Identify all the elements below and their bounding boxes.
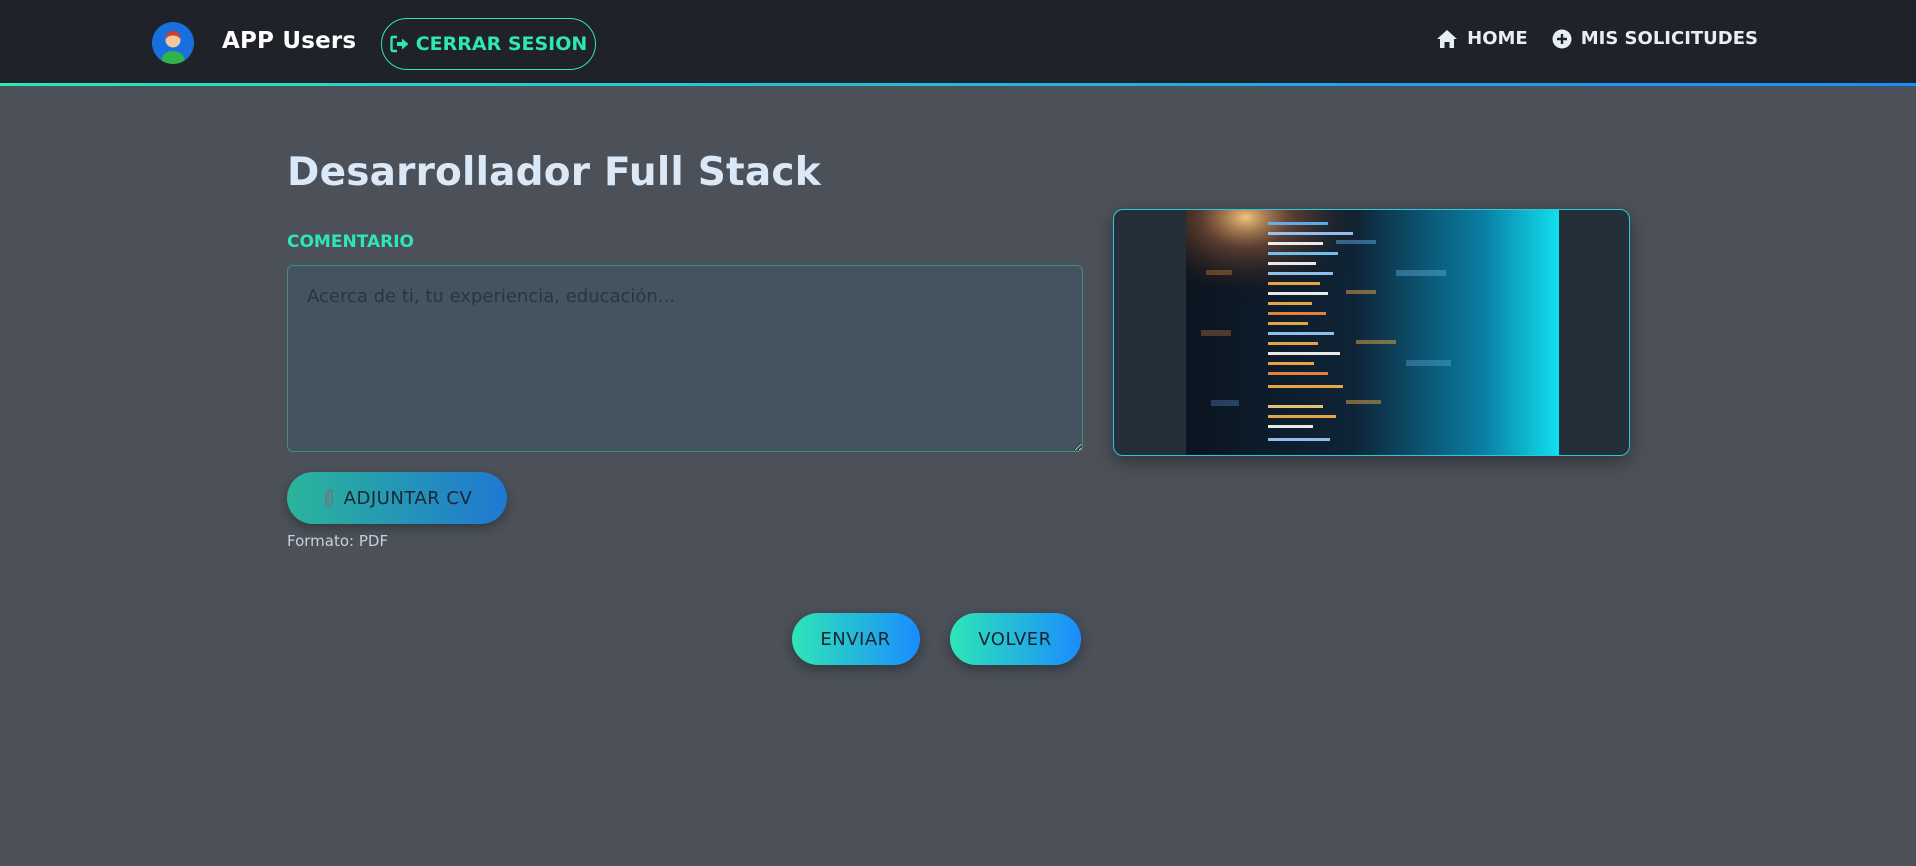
comment-label: COMENTARIO [287,232,414,252]
back-button[interactable]: VOLVER [949,613,1081,665]
logout-button[interactable]: CERRAR SESION [381,18,596,70]
top-navbar: APP Users CERRAR SESION HOME MIS SOLICIT… [0,0,1916,86]
home-icon [1437,29,1458,48]
nav-home-label: HOME [1467,28,1528,49]
user-avatar-icon [152,22,194,64]
code-screen-image [1186,210,1559,455]
plus-circle-icon [1552,29,1572,48]
comment-textarea[interactable] [287,265,1083,452]
nav-requests-label: MIS SOLICITUDES [1580,28,1758,49]
format-hint: Formato: PDF [287,532,389,550]
app-title[interactable]: APP Users [222,28,356,54]
attach-cv-button[interactable]: ADJUNTAR CV [287,472,507,524]
avatar[interactable] [152,22,194,64]
attach-cv-label: ADJUNTAR CV [343,487,473,509]
sign-out-icon [389,35,409,53]
send-button[interactable]: ENVIAR [791,613,920,665]
logout-label: CERRAR SESION [415,33,588,55]
nav-links: HOME MIS SOLICITUDES [1436,28,1758,49]
page-title: Desarrollador Full Stack [287,150,821,195]
paperclip-icon [324,489,333,507]
form-actions: ENVIAR VOLVER [0,613,1916,665]
nav-home-link[interactable]: HOME [1436,28,1528,49]
job-image-panel [1113,209,1630,456]
nav-requests-link[interactable]: MIS SOLICITUDES [1552,28,1758,49]
